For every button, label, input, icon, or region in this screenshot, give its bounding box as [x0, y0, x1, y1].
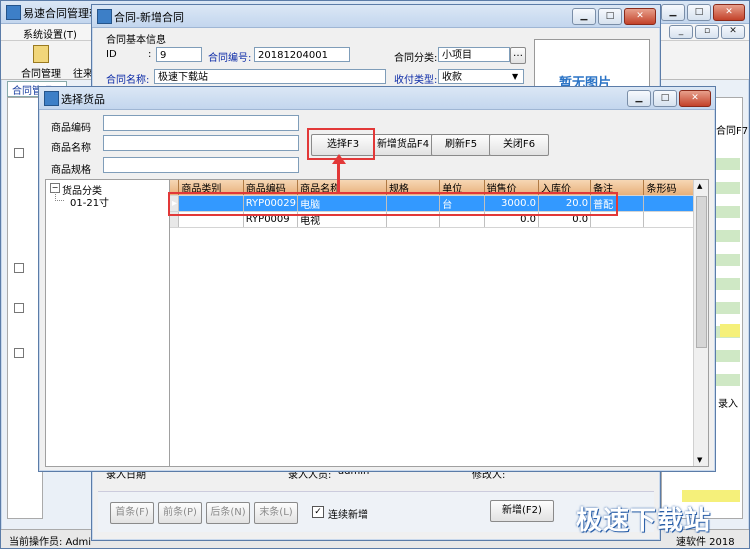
select-goods-window: 选择货品 ▁ □ ✕ 商品编码 商品名称 商品规格 选择F3 新增货品F4 刷新… [38, 86, 716, 472]
tree-connector [55, 192, 64, 201]
cell-barcode [643, 195, 700, 212]
contract-no-label: 合同编号: [208, 53, 252, 64]
select-window-icon [44, 91, 59, 106]
right-contract-button[interactable]: 合同F7 [716, 122, 748, 137]
contract-title-bar: 合同-新增合同 ▁ □ ✕ [92, 5, 660, 28]
id-label: ID [106, 49, 117, 60]
toolbar-dealings[interactable]: 往来 [73, 65, 93, 80]
id-field[interactable]: 9 [156, 47, 202, 62]
scroll-thumb[interactable] [696, 196, 707, 348]
app-icon [6, 5, 21, 20]
goods-code-label: 商品编码 [51, 123, 91, 134]
category-field[interactable]: 小项目 [438, 47, 510, 62]
arrow-line [337, 160, 340, 194]
toolbar-contract-manage[interactable]: 合同管理 [21, 65, 61, 80]
select-close-button[interactable]: ✕ [679, 90, 711, 107]
grid-vertical-scrollbar[interactable]: ▲ ▼ [693, 180, 708, 466]
select-window-title: 选择货品 [61, 93, 105, 106]
arrow-head-icon [332, 154, 346, 164]
new-goods-button[interactable]: 新增货品F4 [373, 134, 433, 156]
goods-spec-input[interactable] [103, 157, 299, 173]
prev-record-button[interactable]: 前条(P) [158, 502, 202, 524]
mdi-restore-button[interactable]: ▫ [695, 25, 719, 39]
add-button[interactable]: 新增(F2) [490, 500, 554, 522]
contract-section-title: 合同基本信息 [106, 35, 166, 46]
right-entry-button[interactable]: 录入 [718, 395, 738, 410]
chevron-down-icon: ▼ [512, 72, 519, 81]
tree-node-icon [14, 303, 24, 313]
goods-name-label: 商品名称 [51, 143, 91, 154]
mdi-minimize-button[interactable]: _ [669, 25, 693, 39]
col-barcode[interactable]: 条形码 [643, 180, 700, 196]
highlight-selected-row [168, 192, 618, 216]
contract-window-icon [97, 9, 112, 24]
last-record-button[interactable]: 末条(L) [254, 502, 298, 524]
menu-system-settings[interactable]: 系统设置(T) [23, 26, 77, 41]
main-minimize-button[interactable]: ▁ [661, 4, 685, 21]
status-operator: 当前操作员: Admi [9, 537, 92, 548]
goods-spec-label: 商品规格 [51, 165, 91, 176]
contract-close-button[interactable]: ✕ [624, 8, 656, 25]
contract-bottom-bar: 首条(F) 前条(P) 后条(N) 末条(L) ✓ 连续新增 新增(F2) [98, 491, 654, 532]
category-label: 合同分类: [394, 53, 438, 64]
contract-window-title: 合同-新增合同 [114, 11, 184, 24]
contract-name-label: 合同名称: [106, 75, 150, 86]
goods-category-tree: − 货品分类 01-21寸 [45, 179, 171, 467]
goods-name-input[interactable] [103, 135, 299, 151]
main-close-button[interactable]: ✕ [713, 4, 745, 21]
tree-child[interactable]: 01-21寸 [70, 194, 109, 209]
contract-minimize-button[interactable]: ▁ [572, 8, 596, 25]
select-title-bar: 选择货品 ▁ □ ✕ [39, 87, 715, 110]
right-grid-green [712, 158, 740, 388]
contract-name-field[interactable]: 极速下载站 [154, 69, 386, 84]
id-colon: : [148, 49, 152, 60]
scroll-down-icon[interactable]: ▼ [697, 456, 702, 464]
tree-node-icon [14, 148, 24, 158]
tree-node-icon [14, 348, 24, 358]
continuous-add-checkbox[interactable]: ✓ [312, 506, 324, 518]
add-button-label: 新增(F2) [502, 505, 542, 516]
goods-code-input[interactable] [103, 115, 299, 131]
tree-node-icon [14, 263, 24, 273]
scroll-up-icon[interactable]: ▲ [697, 182, 702, 190]
right-yellow-cell [720, 324, 740, 337]
goods-grid: 商品类别 商品编码 商品名称 规格 单位 销售价 入库价 备注 条形码 ▸ RY… [169, 179, 709, 467]
cell-barcode [643, 211, 700, 228]
contract-manage-icon [33, 45, 49, 63]
select-maximize-button[interactable]: □ [653, 90, 677, 107]
contract-no-field[interactable]: 20181204001 [254, 47, 350, 62]
refresh-button[interactable]: 刷新F5 [431, 134, 491, 156]
main-maximize-button[interactable]: □ [687, 4, 711, 21]
pay-type-label: 收付类型: [394, 75, 438, 86]
select-minimize-button[interactable]: ▁ [627, 90, 651, 107]
watermark-text: 极速下载站 [576, 506, 712, 536]
close-dialog-button[interactable]: 关闭F6 [489, 134, 549, 156]
contract-maximize-button[interactable]: □ [598, 8, 622, 25]
continuous-add-label: 连续新增 [328, 510, 368, 521]
first-record-button[interactable]: 首条(F) [110, 502, 154, 524]
category-picker-button[interactable]: … [510, 47, 526, 64]
mdi-close-button[interactable]: ✕ [721, 25, 745, 39]
next-record-button[interactable]: 后条(N) [206, 502, 250, 524]
